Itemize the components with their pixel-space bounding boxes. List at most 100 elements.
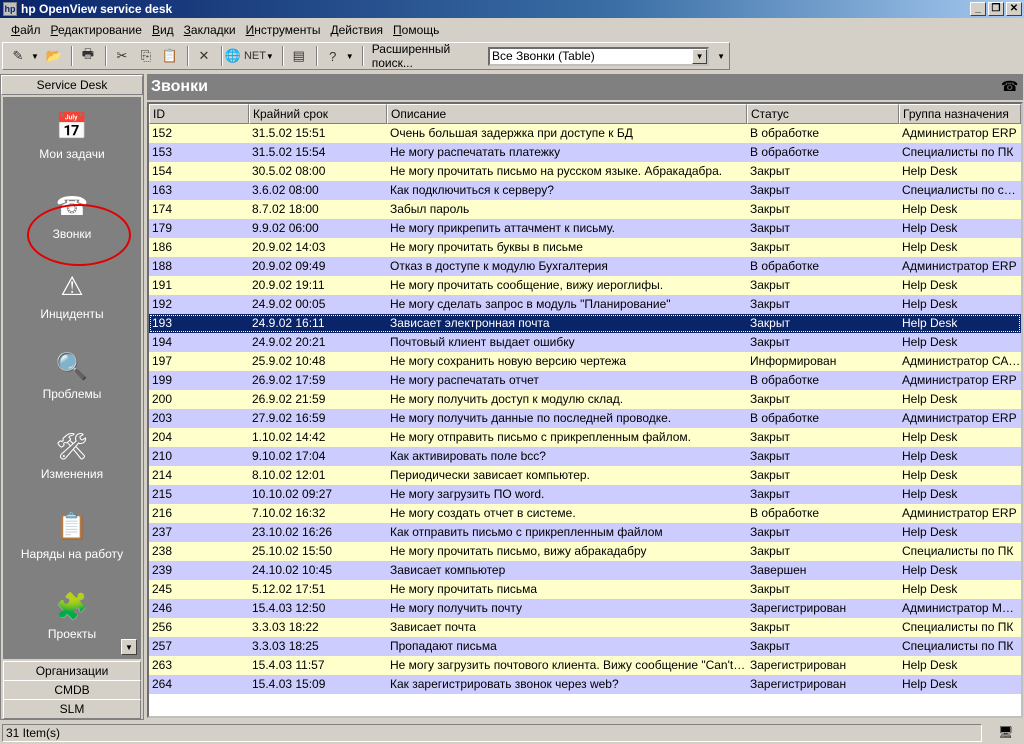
cell-group: Help Desk (902, 278, 958, 292)
column-header-deadline[interactable]: Крайний срок (249, 104, 387, 124)
cell-group: Help Desk (902, 202, 958, 216)
help-icon[interactable]: ? (322, 45, 344, 67)
table-row[interactable]: 200 26.9.02 21:59 Не могу получить доступ … (149, 390, 1021, 409)
table-row[interactable]: 216 7.10.02 16:32 Не могу создать отчет в … (149, 504, 1021, 523)
cell-id: 152 (152, 126, 173, 140)
cell-description: Очень большая задержка при доступе к БД (390, 126, 633, 140)
sidebar-item-label: Проблемы (42, 387, 102, 401)
cell-deadline: 8.10.02 12:01 (252, 468, 326, 482)
sidebar-item-changes[interactable]: 🛠 Изменения (3, 429, 141, 482)
table-row[interactable]: 238 25.10.02 15:50 Не могу прочитать письм… (149, 542, 1021, 561)
menu-file[interactable]: Файл (6, 23, 46, 37)
cut-icon[interactable]: ✂ (111, 45, 133, 67)
cell-status: В обработке (750, 126, 820, 140)
cell-deadline: 10.10.02 09:27 (252, 487, 333, 501)
table-row[interactable]: 152 31.5.02 15:51 Очень большая задержка п… (149, 124, 1021, 143)
sidebar-header[interactable]: Service Desk (1, 75, 143, 95)
cell-group: Специалисты по серв... (902, 183, 1021, 197)
table-row[interactable]: 186 20.9.02 14:03 Не могу прочитать буквы … (149, 238, 1021, 257)
column-header-status[interactable]: Статус (747, 104, 899, 124)
search-view-value: Все Звонки (Table) (492, 49, 595, 63)
sidebar-item-work-orders[interactable]: 📋 Наряды на работу (3, 509, 141, 562)
menu-actions[interactable]: Действия (325, 23, 388, 37)
help-dropdown-icon[interactable]: ▼ (346, 52, 354, 61)
close-button[interactable]: ✕ (1006, 2, 1022, 16)
layout-icon[interactable]: ▤ (288, 45, 310, 67)
table-row[interactable]: 239 24.10.02 10:45 Зависает компьютер Завер… (149, 561, 1021, 580)
new-dropdown-icon[interactable]: ▼ (31, 52, 39, 61)
minimize-button[interactable]: _ (970, 2, 986, 16)
column-header-group[interactable]: Группа назначения (899, 104, 1021, 124)
title-bar: hp hp OpenView service desk _ ❐ ✕ (0, 0, 1024, 18)
cell-id: 263 (152, 658, 173, 672)
net-button[interactable]: 🌐 NET (225, 45, 266, 67)
table-row[interactable]: 203 27.9.02 16:59 Не могу получить данные … (149, 409, 1021, 428)
search-view-select[interactable]: Все Звонки (Table) ▼ (488, 46, 710, 66)
cell-group: Help Desk (902, 468, 958, 482)
cell-status: Зарегистрирован (750, 601, 847, 615)
table-row[interactable]: 264 15.4.03 15:09 Как зарегистрировать зво… (149, 675, 1021, 694)
cell-description: Не могу прочитать сообщение, вижу иерогл… (390, 278, 664, 292)
table-row[interactable]: 263 15.4.03 11:57 Не могу загрузить почтов… (149, 656, 1021, 675)
cell-status: Закрыт (750, 335, 790, 349)
open-folder-icon[interactable]: 📂 (43, 45, 65, 67)
table-row[interactable]: 154 30.5.02 08:00 Не могу прочитать письмо… (149, 162, 1021, 181)
menu-help[interactable]: Помощь (388, 23, 444, 37)
cell-description: Не могу загрузить почтового клиента. Виж… (390, 658, 747, 672)
menu-view[interactable]: Вид (147, 23, 179, 37)
menu-bar: Файл Редактирование Вид Закладки Инструм… (0, 20, 1024, 40)
column-header-id[interactable]: ID (149, 104, 249, 124)
table-row[interactable]: 197 25.9.02 10:48 Не могу сохранить новую … (149, 352, 1021, 371)
table-row[interactable]: 188 20.9.02 09:49 Отказ в доступе к модулю… (149, 257, 1021, 276)
cell-deadline: 3.6.02 08:00 (252, 183, 319, 197)
copy-icon[interactable]: ⎘ (135, 45, 157, 67)
cell-description: Как отправить письмо с прикрепленным фай… (390, 525, 663, 539)
table-row[interactable]: 214 8.10.02 12:01 Периодически зависает ко… (149, 466, 1021, 485)
table-row[interactable]: 153 31.5.02 15:54 Не могу распечатать плат… (149, 143, 1021, 162)
advanced-search-link[interactable]: Расширенный поиск... (372, 42, 482, 70)
cell-deadline: 27.9.02 16:59 (252, 411, 326, 425)
menu-edit[interactable]: Редактирование (46, 23, 147, 37)
table-row[interactable]: 237 23.10.02 16:26 Как отправить письмо с … (149, 523, 1021, 542)
sidebar-tab-organizations[interactable]: Организации (3, 661, 141, 681)
print-icon[interactable]: 🖶 (77, 45, 99, 67)
delete-icon[interactable]: ✕ (193, 45, 215, 67)
cell-description: Не могу создать отчет в системе. (390, 506, 576, 520)
table-row[interactable]: 191 20.9.02 19:11 Не могу прочитать сообще… (149, 276, 1021, 295)
sidebar-tab-cmdb[interactable]: CMDB (3, 680, 141, 700)
table-row[interactable]: 163 3.6.02 08:00 Как подключиться к сервер… (149, 181, 1021, 200)
net-dropdown-icon[interactable]: ▼ (266, 52, 274, 61)
sidebar-item-my-tasks[interactable]: 📅 Мои задачи (3, 109, 141, 162)
table-row[interactable]: 174 8.7.02 18:00 Забыл пароль Закрыт Help De… (149, 200, 1021, 219)
maximize-button[interactable]: ❐ (988, 2, 1004, 16)
table-row[interactable]: 246 15.4.03 12:50 Не могу получить почту За… (149, 599, 1021, 618)
table-row[interactable]: 194 24.9.02 20:21 Почтовый клиент выдает о… (149, 333, 1021, 352)
table-row[interactable]: 192 24.9.02 00:05 Не могу сделать запрос в… (149, 295, 1021, 314)
table-row[interactable]: 215 10.10.02 09:27 Не могу загрузить ПО wo… (149, 485, 1021, 504)
table-row[interactable]: 193 24.9.02 16:11 Зависает электронная поч… (149, 314, 1021, 333)
menu-bookmarks[interactable]: Закладки (179, 23, 241, 37)
sidebar-item-projects[interactable]: 🧩 Проекты (3, 589, 141, 642)
table-row[interactable]: 256 3.3.03 18:22 Зависает почта Закрыт Специ… (149, 618, 1021, 637)
cell-description: Не могу получить данные по последней про… (390, 411, 672, 425)
scroll-down-icon[interactable]: ▼ (121, 639, 137, 655)
toolbar-overflow-icon[interactable]: ▼ (717, 52, 725, 61)
table-row[interactable]: 210 9.10.02 17:04 Как активировать поле bc… (149, 447, 1021, 466)
table-row[interactable]: 245 5.12.02 17:51 Не могу прочитать письма… (149, 580, 1021, 599)
incident-window-icon: ⚠ (60, 270, 84, 301)
cell-id: 174 (152, 202, 173, 216)
sidebar-item-problems[interactable]: 🔍 Проблемы (3, 349, 141, 402)
table-row[interactable]: 204 1.10.02 14:42 Не могу отправить письмо… (149, 428, 1021, 447)
menu-tools[interactable]: Инструменты (241, 23, 326, 37)
sidebar-item-incidents[interactable]: ⚠ Инциденты (3, 269, 141, 322)
column-header-description[interactable]: Описание (387, 104, 747, 124)
table-row[interactable]: 179 9.9.02 06:00 Не могу прикрепить аттачм… (149, 219, 1021, 238)
table-row[interactable]: 257 3.3.03 18:25 Пропадают письма Закрыт Спе… (149, 637, 1021, 656)
chevron-down-icon[interactable]: ▼ (692, 48, 708, 64)
cell-status: Закрыт (750, 202, 790, 216)
sidebar-tab-slm[interactable]: SLM (3, 699, 141, 719)
cell-deadline: 1.10.02 14:42 (252, 430, 326, 444)
new-item-icon[interactable]: ✎ (7, 45, 29, 67)
table-row[interactable]: 199 26.9.02 17:59 Не могу распечатать отче… (149, 371, 1021, 390)
paste-icon[interactable]: 📋 (159, 45, 181, 67)
